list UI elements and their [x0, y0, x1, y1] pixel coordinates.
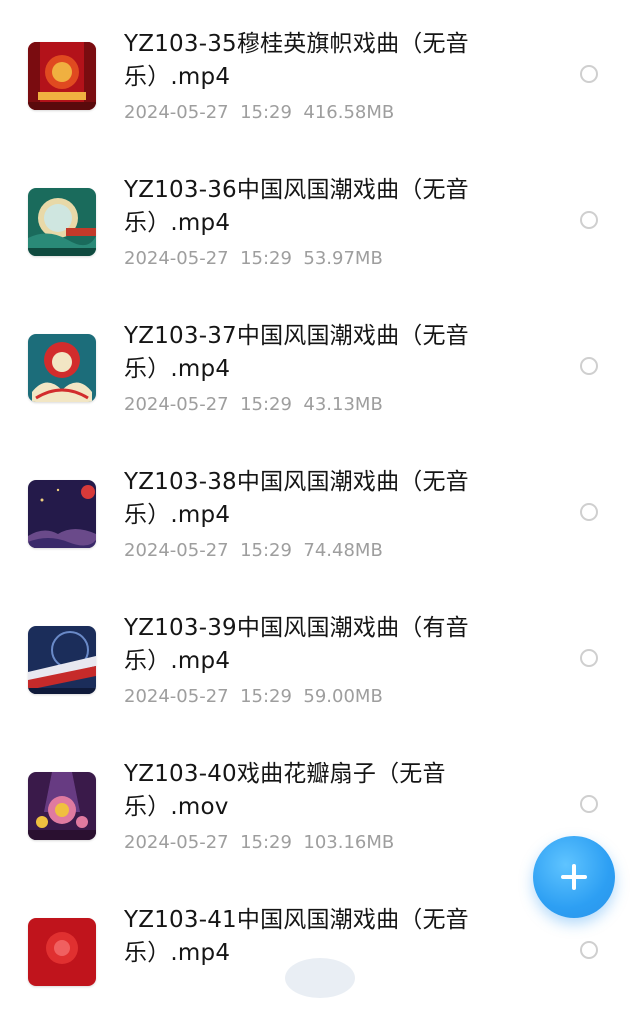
file-meta: 2024-05-27 15:29 59.00MB — [124, 685, 383, 709]
file-meta: 2024-05-27 15:29 43.13MB — [124, 393, 383, 417]
file-date: 2024-05-27 — [124, 394, 229, 415]
file-date: 2024-05-27 — [124, 832, 229, 853]
select-radio[interactable] — [580, 503, 598, 521]
file-time: 15:29 — [240, 540, 292, 561]
file-size: 59.00MB — [303, 686, 383, 707]
file-date: 2024-05-27 — [124, 102, 229, 123]
file-list-item[interactable]: YZ103-36中国风国潮戏曲（无音乐）.mp4 2024-05-27 15:2… — [0, 146, 640, 292]
file-meta: 2024-05-27 15:29 103.16MB — [124, 831, 394, 855]
video-thumbnail — [28, 334, 96, 402]
file-name: YZ103-39中国风国潮戏曲（有音乐）.mp4 — [124, 615, 469, 674]
file-size: 416.58MB — [303, 102, 395, 123]
file-time: 15:29 — [240, 832, 292, 853]
video-thumbnail — [28, 480, 96, 548]
file-meta: 2024-05-27 15:29 74.48MB — [124, 539, 383, 563]
bottom-nav-indicator — [285, 958, 355, 998]
file-date: 2024-05-27 — [124, 686, 229, 707]
file-time: 15:29 — [240, 248, 292, 269]
select-radio[interactable] — [580, 795, 598, 813]
file-size: 53.97MB — [303, 248, 383, 269]
file-name: YZ103-38中国风国潮戏曲（无音乐）.mp4 — [124, 469, 469, 528]
file-name: YZ103-40戏曲花瓣扇子（无音乐）.mov — [124, 761, 446, 820]
file-list-item[interactable]: YZ103-35穆桂英旗帜戏曲（无音乐）.mp4 2024-05-27 15:2… — [0, 0, 640, 146]
file-time: 15:29 — [240, 102, 292, 123]
file-meta: 2024-05-27 15:29 416.58MB — [124, 101, 394, 125]
video-thumbnail — [28, 772, 96, 840]
file-list-item[interactable]: YZ103-37中国风国潮戏曲（无音乐）.mp4 2024-05-27 15:2… — [0, 292, 640, 438]
file-time: 15:29 — [240, 394, 292, 415]
select-radio[interactable] — [580, 65, 598, 83]
file-time: 15:29 — [240, 686, 292, 707]
video-thumbnail — [28, 626, 96, 694]
file-name: YZ103-35穆桂英旗帜戏曲（无音乐）.mp4 — [124, 31, 469, 90]
add-button[interactable] — [533, 836, 615, 918]
video-thumbnail — [28, 188, 96, 256]
file-list-item[interactable]: YZ103-38中国风国潮戏曲（无音乐）.mp4 2024-05-27 15:2… — [0, 438, 640, 584]
file-date: 2024-05-27 — [124, 540, 229, 561]
select-radio[interactable] — [580, 211, 598, 229]
file-date: 2024-05-27 — [124, 248, 229, 269]
file-name: YZ103-36中国风国潮戏曲（无音乐）.mp4 — [124, 177, 469, 236]
file-size: 74.48MB — [303, 540, 383, 561]
select-radio[interactable] — [580, 941, 598, 959]
video-thumbnail — [28, 918, 96, 986]
file-size: 103.16MB — [303, 832, 395, 853]
file-size: 43.13MB — [303, 394, 383, 415]
select-radio[interactable] — [580, 357, 598, 375]
file-meta: 2024-05-27 15:29 53.97MB — [124, 247, 383, 271]
file-name: YZ103-37中国风国潮戏曲（无音乐）.mp4 — [124, 323, 469, 382]
plus-icon — [561, 864, 587, 890]
file-list-item[interactable]: YZ103-39中国风国潮戏曲（有音乐）.mp4 2024-05-27 15:2… — [0, 584, 640, 730]
select-radio[interactable] — [580, 649, 598, 667]
video-thumbnail — [28, 42, 96, 110]
